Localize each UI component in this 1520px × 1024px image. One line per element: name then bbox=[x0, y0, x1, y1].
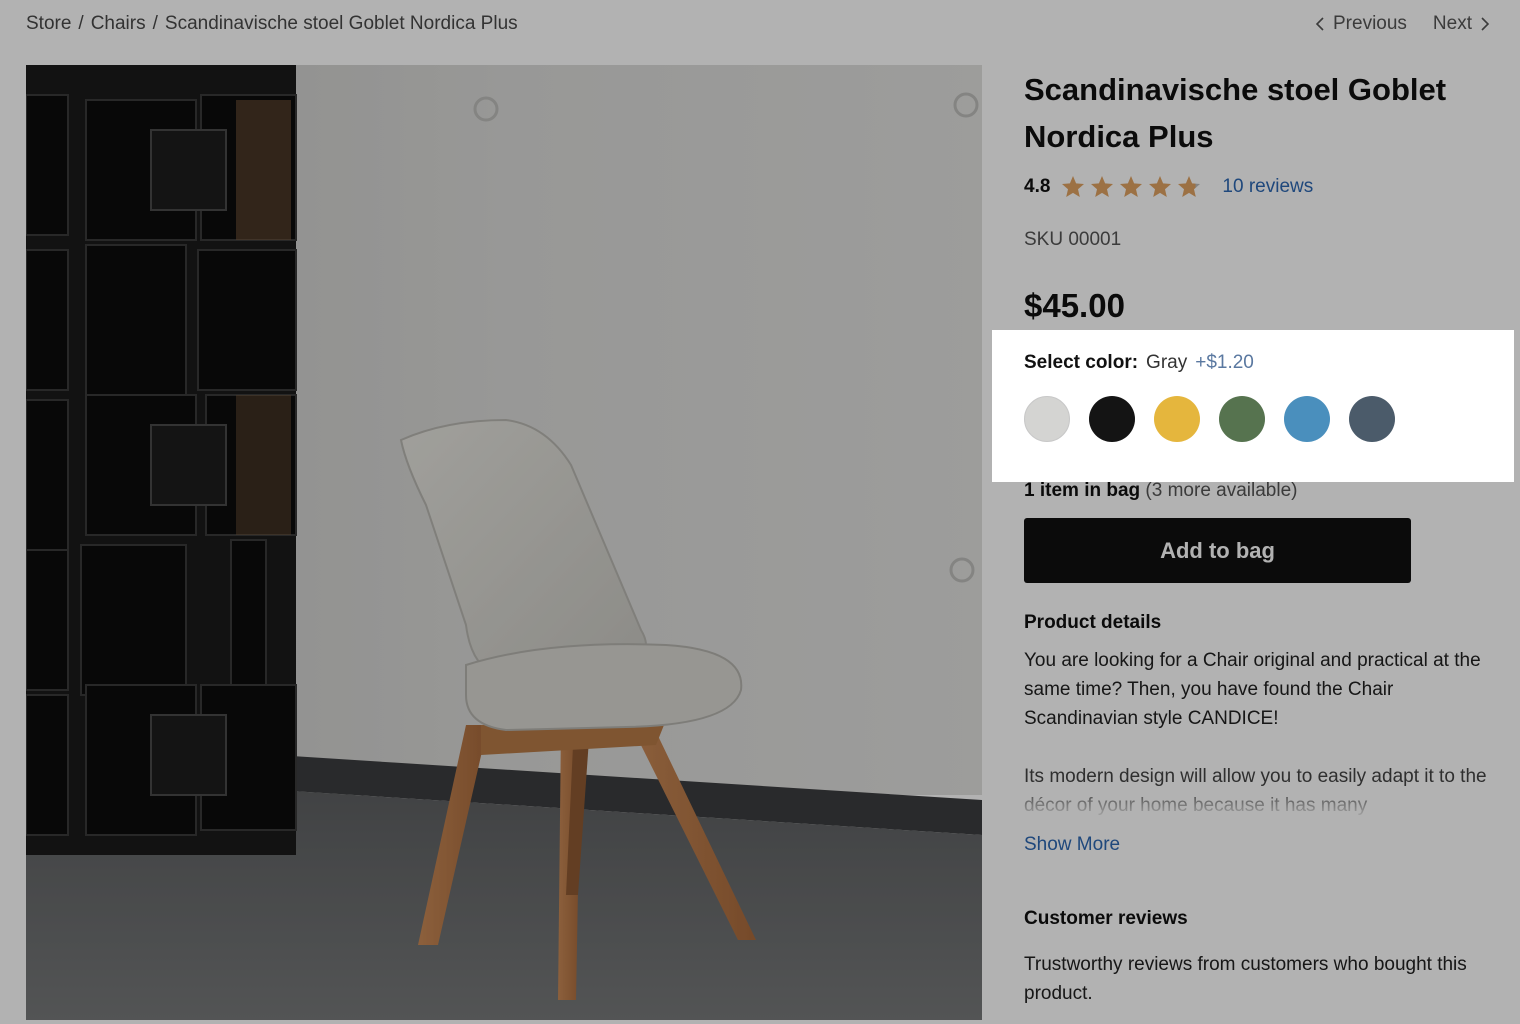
sku: SKU 00001 bbox=[1024, 229, 1122, 250]
color-swatch-gray[interactable] bbox=[1024, 396, 1070, 442]
next-label: Next bbox=[1432, 13, 1472, 34]
price: $45.00 bbox=[1024, 287, 1125, 324]
breadcrumb-chairs[interactable]: Chairs bbox=[91, 13, 146, 35]
color-label-row: Select color: Gray +$1.20 bbox=[1024, 352, 1254, 374]
star-icon bbox=[1120, 176, 1143, 197]
chevron-left-icon bbox=[1315, 17, 1324, 31]
next-button[interactable]: Next bbox=[1433, 13, 1490, 35]
selected-color: Gray bbox=[1146, 352, 1188, 373]
color-extra-price: +$1.20 bbox=[1195, 352, 1254, 373]
customer-reviews: Customer reviews Trustworthy reviews fro… bbox=[1024, 908, 1504, 1008]
breadcrumb: Store / Chairs / Scandinavische stoel Go… bbox=[26, 13, 518, 35]
star-rating bbox=[1060, 174, 1202, 200]
color-swatch-blue[interactable] bbox=[1284, 396, 1330, 442]
color-swatch-green[interactable] bbox=[1219, 396, 1265, 442]
star-icon bbox=[1091, 176, 1114, 197]
product-page: Store / Chairs / Scandinavische stoel Go… bbox=[0, 0, 1520, 1024]
star-icon bbox=[1062, 176, 1085, 197]
color-swatches bbox=[1024, 396, 1395, 442]
rating-value: 4.8 bbox=[1024, 176, 1051, 197]
color-swatch-yellow[interactable] bbox=[1154, 396, 1200, 442]
product-pager: Previous Next bbox=[1315, 13, 1490, 35]
color-swatch-black[interactable] bbox=[1089, 396, 1135, 442]
rating-row: 4.8 10 reviews bbox=[1024, 172, 1504, 202]
details-paragraph-1: You are looking for a Chair original and… bbox=[1024, 650, 1481, 729]
product-title: Scandinavische stoel Goblet Nordica Plus bbox=[1024, 72, 1447, 154]
color-label: Select color: bbox=[1024, 352, 1139, 373]
add-to-bag-button[interactable]: Add to bag bbox=[1024, 518, 1411, 583]
breadcrumb-separator: / bbox=[78, 13, 84, 34]
previous-button[interactable]: Previous bbox=[1315, 13, 1407, 35]
chair-photo bbox=[26, 65, 982, 1020]
product-details: Product details You are looking for a Ch… bbox=[1024, 612, 1504, 856]
color-swatch-slate[interactable] bbox=[1349, 396, 1395, 442]
color-selector: Select color: Gray +$1.20 bbox=[992, 330, 1514, 482]
breadcrumb-separator: / bbox=[152, 13, 158, 34]
customer-reviews-heading: Customer reviews bbox=[1024, 908, 1188, 929]
details-paragraph-2: Its modern design will allow you to easi… bbox=[1024, 766, 1487, 816]
chevron-right-icon bbox=[1481, 17, 1490, 31]
breadcrumb-store[interactable]: Store bbox=[26, 13, 71, 35]
breadcrumb-current: Scandinavische stoel Goblet Nordica Plus bbox=[164, 13, 518, 34]
customer-reviews-text: Trustworthy reviews from customers who b… bbox=[1024, 954, 1467, 1004]
product-details-heading: Product details bbox=[1024, 612, 1162, 633]
bag-count: 1 item in bag bbox=[1024, 480, 1141, 501]
previous-label: Previous bbox=[1333, 13, 1407, 34]
star-icon bbox=[1149, 176, 1172, 197]
show-more-link[interactable]: Show More bbox=[1024, 834, 1120, 856]
product-info: Scandinavische stoel Goblet Nordica Plus… bbox=[1024, 66, 1504, 325]
available-count: (3 more available) bbox=[1145, 480, 1298, 501]
bag-status: 1 item in bag (3 more available) bbox=[1024, 480, 1298, 502]
star-icon bbox=[1178, 176, 1201, 197]
reviews-link[interactable]: 10 reviews bbox=[1222, 176, 1313, 198]
product-image[interactable] bbox=[26, 65, 982, 1020]
